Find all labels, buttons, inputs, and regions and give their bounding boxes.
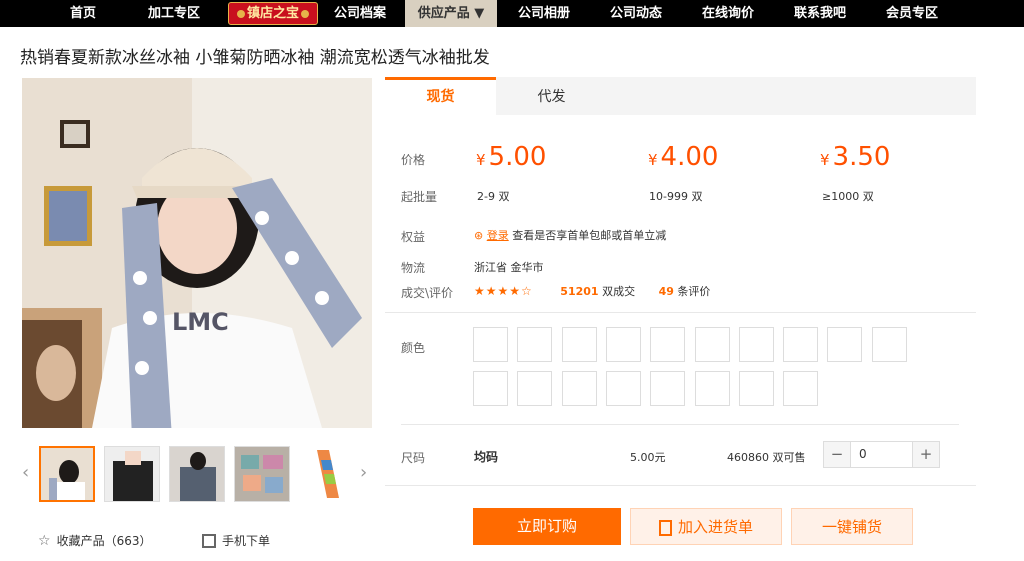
price-label: 价格 — [401, 153, 426, 167]
color-label: 颜色 — [401, 341, 426, 355]
reviews-count[interactable]: 49 — [659, 285, 674, 298]
currency-symbol: ¥ — [476, 151, 486, 169]
deals-unit: 双成交 — [602, 285, 636, 298]
price-value: 3.50 — [832, 142, 891, 172]
price-value: 4.00 — [660, 142, 719, 172]
color-swatch[interactable] — [783, 327, 819, 362]
mobile-order[interactable]: 手机下单 — [202, 532, 270, 549]
nav-contact[interactable]: 联系我吧 — [786, 0, 854, 27]
product-title: 热销春夏新款冰丝冰袖 小雏菊防晒冰袖 潮流宽松透气冰袖批发 — [20, 48, 490, 68]
quantity-stepper: − 0 + — [823, 441, 940, 468]
buy-now-button[interactable]: 立即订购 — [473, 508, 621, 545]
add-to-cart-button[interactable]: 加入进货单 — [630, 508, 782, 545]
nav-featured-badge[interactable]: 镇店之宝 — [228, 2, 318, 25]
thumbnail[interactable] — [299, 446, 355, 502]
size-price: 5.00元 — [630, 451, 666, 464]
benefits-label: 权益 — [401, 230, 426, 244]
price-tier-2: ¥4.00 — [648, 142, 718, 172]
add-to-cart-label: 加入进货单 — [677, 518, 753, 536]
color-swatch[interactable] — [605, 371, 641, 406]
reviews-row: ★★★★☆ 51201 双成交 49 条评价 — [474, 283, 710, 299]
color-swatch[interactable] — [605, 327, 641, 362]
color-swatch[interactable] — [473, 327, 508, 362]
product-main-image[interactable]: LMC — [22, 78, 372, 428]
moq-tier-3: ≥1000 双 — [822, 190, 874, 203]
nav-inquiry[interactable]: 在线询价 — [694, 0, 762, 27]
thumbnail[interactable] — [234, 446, 290, 502]
tab-bar: 现货 代发 — [385, 77, 976, 115]
color-swatch[interactable] — [517, 327, 553, 362]
login-link[interactable]: 登录 — [487, 229, 509, 242]
qr-code-icon — [202, 533, 216, 548]
divider — [385, 485, 976, 486]
color-swatch[interactable] — [738, 371, 774, 406]
price-tier-3: ¥3.50 — [820, 142, 890, 172]
benefits-text: 查看是否享首单包邮或首单立减 — [512, 229, 667, 242]
plus-button[interactable]: + — [913, 442, 939, 467]
thumbnail[interactable] — [169, 446, 225, 502]
one-click-distribute-button[interactable]: 一键铺货 — [791, 508, 913, 545]
badge-dot-icon — [301, 9, 309, 18]
color-swatch[interactable] — [650, 327, 686, 362]
divider — [401, 424, 959, 425]
star-outline-icon: ☆ — [38, 532, 51, 549]
quantity-input[interactable]: 0 — [850, 442, 913, 467]
reviews-label: 成交\评价 — [401, 286, 454, 300]
mobile-order-label: 手机下单 — [222, 534, 271, 548]
coupon-icon: ⊛ — [474, 229, 484, 242]
badge-label: 镇店之宝 — [246, 6, 299, 21]
nav-home[interactable]: 首页 — [58, 0, 108, 27]
moq-label: 起批量 — [401, 190, 438, 204]
currency-symbol: ¥ — [820, 151, 830, 169]
color-swatch[interactable] — [827, 327, 863, 362]
color-swatch[interactable] — [650, 371, 686, 406]
clipboard-icon — [658, 519, 672, 536]
color-swatch[interactable] — [871, 327, 907, 362]
badge-dot-icon — [236, 9, 245, 18]
color-swatch[interactable] — [517, 371, 553, 406]
moq-tier-2: 10-999 双 — [649, 190, 703, 203]
size-stock: 460860 双可售 — [727, 451, 806, 464]
nav-processing[interactable]: 加工专区 — [140, 0, 208, 27]
color-swatch[interactable] — [738, 327, 774, 362]
divider — [385, 312, 976, 313]
thumbnail[interactable] — [104, 446, 160, 502]
nav-news[interactable]: 公司动态 — [602, 0, 670, 27]
color-swatch[interactable] — [561, 327, 597, 362]
svg-text:LMC: LMC — [172, 308, 229, 336]
color-swatch[interactable] — [561, 371, 597, 406]
minus-button[interactable]: − — [824, 442, 850, 467]
chevron-right-icon[interactable]: › — [360, 462, 367, 483]
favorite-label: 收藏产品（663） — [56, 534, 152, 548]
logistics-label: 物流 — [401, 261, 426, 275]
tab-dropship[interactable]: 代发 — [496, 77, 607, 115]
reviews-unit: 条评价 — [677, 285, 711, 298]
size-value: 均码 — [474, 450, 499, 464]
logistics-value: 浙江省 金华市 — [474, 261, 544, 274]
price-value: 5.00 — [488, 142, 547, 172]
nav-company-profile[interactable]: 公司档案 — [326, 0, 394, 27]
currency-symbol: ¥ — [648, 151, 658, 169]
nav-members[interactable]: 会员专区 — [878, 0, 946, 27]
thumbnail[interactable] — [39, 446, 95, 502]
size-label: 尺码 — [401, 451, 426, 465]
chevron-left-icon[interactable]: ‹ — [22, 462, 29, 483]
top-nav: 首页 加工专区 镇店之宝 公司档案 供应产品 ▼ 公司相册 公司动态 在线询价 … — [0, 0, 1024, 27]
favorite-product[interactable]: ☆ 收藏产品（663） — [38, 532, 151, 549]
color-swatch[interactable] — [473, 371, 508, 406]
thumbnail-strip: ‹ › — [22, 446, 374, 502]
nav-album[interactable]: 公司相册 — [510, 0, 578, 27]
deals-count[interactable]: 51201 — [560, 285, 598, 298]
nav-products[interactable]: 供应产品 ▼ — [405, 0, 497, 27]
color-swatch[interactable] — [783, 371, 819, 406]
moq-tier-1: 2-9 双 — [477, 190, 510, 203]
color-swatch[interactable] — [694, 327, 730, 362]
benefits-row: ⊛ 登录 查看是否享首单包邮或首单立减 — [474, 227, 666, 243]
price-tier-1: ¥5.00 — [476, 142, 546, 172]
product-photo: LMC — [22, 78, 372, 428]
color-swatch[interactable] — [694, 371, 730, 406]
tab-in-stock[interactable]: 现货 — [385, 77, 496, 115]
rating-stars-icon: ★★★★☆ — [474, 284, 533, 298]
